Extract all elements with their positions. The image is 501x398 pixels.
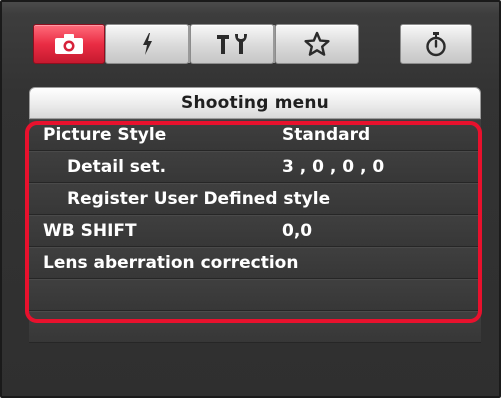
menu-row-lens-aberration-correction[interactable]: Lens aberration correction — [29, 247, 481, 279]
row-label: WB SHIFT — [43, 221, 137, 241]
row-label: Detail set. — [67, 157, 167, 177]
menu-row-empty — [29, 311, 481, 343]
panel-title: Shooting menu — [29, 87, 481, 119]
menu-row-wb-shift[interactable]: WB SHIFT 0,0 — [29, 215, 481, 247]
row-label: Picture Style — [43, 125, 167, 145]
menu-row-register-user-defined-style[interactable]: Register User Defined style — [29, 183, 481, 215]
row-label: Register User Defined style — [67, 189, 331, 209]
camera-icon — [55, 34, 83, 54]
tab-flash[interactable] — [105, 24, 189, 64]
stopwatch-icon — [426, 32, 446, 57]
tools-icon — [217, 34, 247, 54]
lightning-icon — [143, 33, 152, 55]
row-label: Lens aberration correction — [43, 253, 299, 273]
tab-shooting[interactable] — [33, 24, 105, 64]
star-icon — [304, 31, 330, 56]
tab-my-menu[interactable] — [275, 24, 359, 64]
row-value: Standard — [282, 125, 371, 145]
menu-window: Shooting menu Picture Style Standard Det… — [0, 0, 501, 398]
row-value: 3 , 0 , 0 , 0 — [282, 157, 385, 177]
menu-list: Picture Style Standard Detail set. 3 , 0… — [29, 119, 481, 343]
tab-settings[interactable] — [190, 24, 274, 64]
menu-row-empty — [29, 279, 481, 311]
row-value: 0,0 — [282, 221, 313, 241]
tab-timer[interactable] — [400, 24, 472, 64]
menu-row-detail-set[interactable]: Detail set. 3 , 0 , 0 , 0 — [29, 151, 481, 183]
menu-row-picture-style[interactable]: Picture Style Standard — [29, 119, 481, 151]
